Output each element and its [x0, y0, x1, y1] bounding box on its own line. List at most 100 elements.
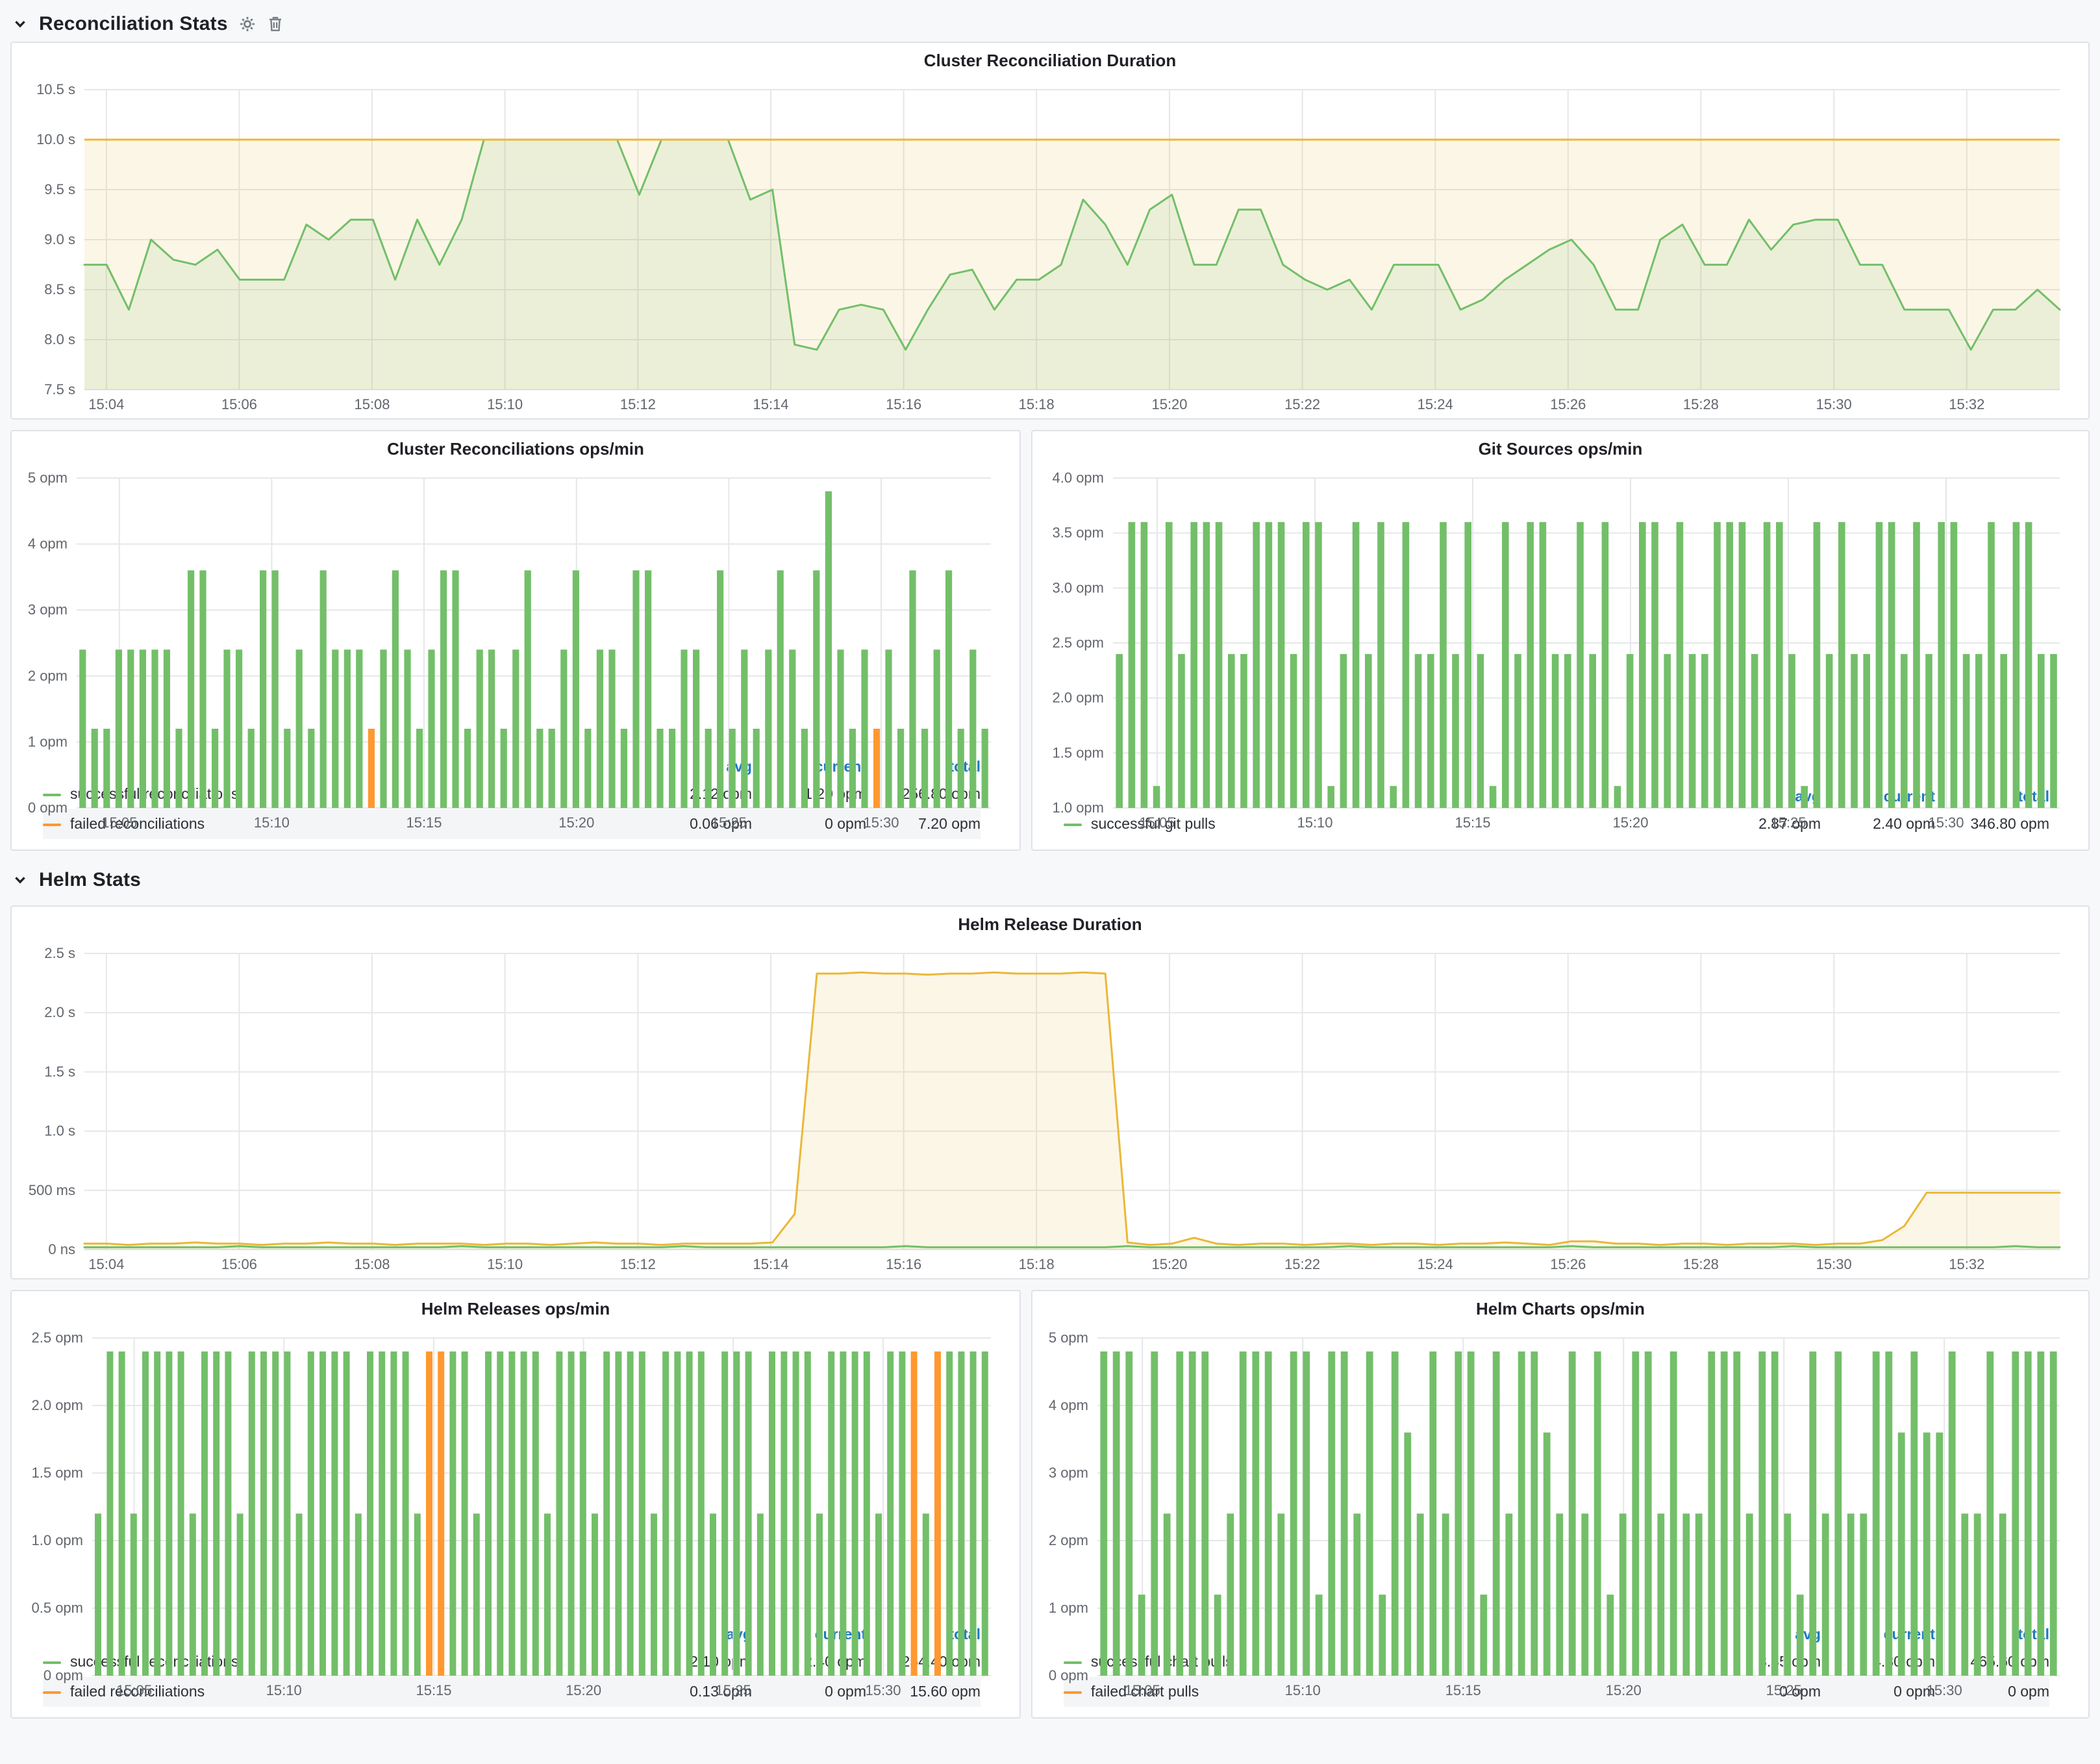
svg-text:4 opm: 4 opm: [1049, 1397, 1088, 1413]
svg-text:15:20: 15:20: [558, 814, 594, 831]
svg-text:2 opm: 2 opm: [28, 668, 68, 684]
svg-text:15:26: 15:26: [1550, 1256, 1586, 1272]
svg-text:15:25: 15:25: [716, 1682, 751, 1698]
panel-title[interactable]: Cluster Reconciliation Duration: [12, 43, 2088, 77]
svg-text:15:16: 15:16: [886, 396, 921, 412]
svg-text:15:10: 15:10: [487, 1256, 523, 1272]
panel-title[interactable]: Git Sources ops/min: [1032, 431, 2088, 465]
svg-text:15:15: 15:15: [1445, 1682, 1481, 1698]
helm-releases-chart[interactable]: 2.5 opm2.0 opm1.5 opm1.0 opm0.5 opm0 opm…: [19, 1325, 1009, 1619]
panel-cluster-reconciliations-opm: Cluster Reconciliations ops/min 5 opm 4 o…: [10, 430, 1021, 851]
svg-text:15:15: 15:15: [1455, 814, 1490, 831]
svg-text:3 opm: 3 opm: [1049, 1465, 1088, 1481]
svg-text:15:28: 15:28: [1683, 1256, 1719, 1272]
svg-text:15:30: 15:30: [1927, 1682, 1962, 1698]
panel-helm-release-duration: Helm Release Duration 2.5 s2.0 s1.5 s1.0…: [10, 905, 2090, 1279]
panel-helm-releases-opm: Helm Releases ops/min 2.5 opm 2.0 opm 1.5 …: [10, 1290, 1021, 1719]
svg-text:15:05: 15:05: [1125, 1682, 1160, 1698]
svg-text:15:12: 15:12: [620, 1256, 656, 1272]
svg-text:15:26: 15:26: [1550, 396, 1586, 412]
svg-text:2.0 opm: 2.0 opm: [1053, 690, 1105, 706]
section-header-helm-stats[interactable]: Helm Stats: [10, 861, 2090, 898]
chart-svg: 10.5 s10.0 s9.5 s9.0 s8.5 s8.0 s7.5 s15:…: [19, 77, 2078, 416]
svg-text:15:30: 15:30: [865, 1682, 901, 1698]
chart-svg: 5 opm4 opm3 opm2 opm1 opm0 opm15:0515:10…: [1040, 1325, 2078, 1702]
svg-text:15:15: 15:15: [406, 814, 442, 831]
svg-text:15:05: 15:05: [101, 814, 137, 831]
svg-text:1.0 opm: 1.0 opm: [1053, 800, 1105, 816]
git-sources-chart[interactable]: 4.0 opm 3.5 opm 3.0 opm 2.5 opm 2.0 opm 1.5 o…: [1040, 465, 2078, 781]
chevron-down-icon[interactable]: [13, 16, 27, 31]
svg-text:15:24: 15:24: [1418, 1256, 1453, 1272]
svg-text:7.5 s: 7.5 s: [44, 381, 75, 397]
panel-title[interactable]: Helm Release Duration: [12, 907, 2088, 940]
chart-svg: 4.0 opm 3.5 opm 3.0 opm 2.5 opm 2.0 opm 1.5 o…: [1040, 465, 2078, 834]
section-header-reconciliation-stats[interactable]: Reconciliation Stats: [10, 5, 2090, 42]
svg-text:8.0 s: 8.0 s: [44, 331, 75, 347]
svg-text:15:05: 15:05: [1139, 814, 1175, 831]
svg-text:2.0 opm: 2.0 opm: [32, 1397, 84, 1413]
chart-svg: 2.5 opm 2.0 opm 1.5 opm 1.0 opm 0.5 opm 0 opm…: [19, 1325, 1009, 1702]
trash-icon[interactable]: [268, 15, 284, 32]
cluster-reconciliations-chart[interactable]: 5 opm4 opm3 opm2 opm1 opm0 opm15:0515:10…: [19, 465, 1009, 751]
svg-text:0 opm: 0 opm: [28, 800, 68, 816]
cluster-reconciliation-duration-chart[interactable]: 10.5 s10.0 s9.5 s9.0 s8.5 s8.0 s7.5 s15:…: [19, 77, 2078, 416]
panel-title[interactable]: Cluster Reconciliations ops/min: [12, 431, 1019, 465]
grafana-dashboard: Reconciliation Stats Cluster Reconciliat…: [0, 0, 2100, 1764]
svg-text:0.5 opm: 0.5 opm: [32, 1600, 84, 1616]
chart-svg: 5 opm4 opm3 opm2 opm1 opm0 opm15:0515:10…: [19, 465, 1009, 834]
svg-text:15:25: 15:25: [711, 814, 747, 831]
svg-text:15:10: 15:10: [254, 814, 290, 831]
svg-text:15:20: 15:20: [1612, 814, 1648, 831]
svg-text:1.0 opm: 1.0 opm: [32, 1532, 84, 1548]
svg-text:15:10: 15:10: [487, 396, 523, 412]
svg-text:5 opm: 5 opm: [1049, 1329, 1088, 1346]
svg-text:1 opm: 1 opm: [28, 733, 68, 750]
svg-text:15:04: 15:04: [88, 396, 124, 412]
svg-text:9.0 s: 9.0 s: [44, 231, 75, 247]
svg-text:2.5 opm: 2.5 opm: [32, 1329, 84, 1346]
svg-text:2 opm: 2 opm: [1049, 1532, 1088, 1548]
gear-icon[interactable]: [240, 15, 256, 32]
svg-text:0 opm: 0 opm: [44, 1667, 83, 1683]
svg-text:15:15: 15:15: [416, 1682, 451, 1698]
svg-text:15:24: 15:24: [1418, 396, 1453, 412]
svg-text:8.5 s: 8.5 s: [44, 281, 75, 297]
panel-title[interactable]: Helm Releases ops/min: [12, 1291, 1019, 1325]
svg-text:3.0 opm: 3.0 opm: [1053, 579, 1105, 596]
panel-git-sources-opm: Git Sources ops/min 4.0 opm 3.5 opm 3.0 op…: [1031, 430, 2090, 851]
svg-text:15:10: 15:10: [1285, 1682, 1321, 1698]
svg-text:15:08: 15:08: [354, 396, 390, 412]
svg-text:15:14: 15:14: [753, 1256, 788, 1272]
svg-text:15:06: 15:06: [221, 1256, 257, 1272]
svg-text:15:32: 15:32: [1949, 1256, 1984, 1272]
svg-text:0 ns: 0 ns: [48, 1241, 75, 1257]
svg-text:4.0 opm: 4.0 opm: [1053, 470, 1105, 486]
svg-text:15:04: 15:04: [88, 1256, 124, 1272]
svg-text:15:22: 15:22: [1284, 1256, 1320, 1272]
panel-helm-charts-opm: Helm Charts ops/min 5 opm 4 opm 3 opm 2 opm…: [1031, 1290, 2090, 1719]
svg-text:15:10: 15:10: [1297, 814, 1332, 831]
svg-text:10.5 s: 10.5 s: [36, 81, 75, 97]
svg-text:9.5 s: 9.5 s: [44, 181, 75, 197]
chevron-down-icon[interactable]: [13, 872, 27, 887]
svg-text:1.5 opm: 1.5 opm: [32, 1465, 84, 1481]
svg-text:15:20: 15:20: [1151, 1256, 1187, 1272]
svg-text:15:20: 15:20: [566, 1682, 601, 1698]
svg-text:15:12: 15:12: [620, 396, 656, 412]
svg-text:2.0 s: 2.0 s: [44, 1004, 75, 1020]
section-title[interactable]: Helm Stats: [39, 868, 141, 890]
svg-text:15:32: 15:32: [1949, 396, 1984, 412]
helm-charts-chart[interactable]: 5 opm4 opm3 opm2 opm1 opm0 opm15:0515:10…: [1040, 1325, 2078, 1619]
svg-text:5 opm: 5 opm: [28, 470, 68, 486]
svg-text:15:05: 15:05: [116, 1682, 152, 1698]
svg-text:2.5 opm: 2.5 opm: [1053, 635, 1105, 651]
section-title[interactable]: Reconciliation Stats: [39, 12, 228, 34]
svg-text:1.5 opm: 1.5 opm: [1053, 744, 1105, 761]
svg-text:3.5 opm: 3.5 opm: [1053, 525, 1105, 541]
panel-cluster-reconciliation-duration: Cluster Reconciliation Duration 10.5 s10…: [10, 42, 2090, 420]
svg-text:15:30: 15:30: [863, 814, 899, 831]
svg-text:4 opm: 4 opm: [28, 536, 68, 552]
helm-release-duration-chart[interactable]: 2.5 s2.0 s1.5 s1.0 s500 ms0 ns15:0415:06…: [19, 940, 2078, 1276]
panel-title[interactable]: Helm Charts ops/min: [1032, 1291, 2088, 1325]
